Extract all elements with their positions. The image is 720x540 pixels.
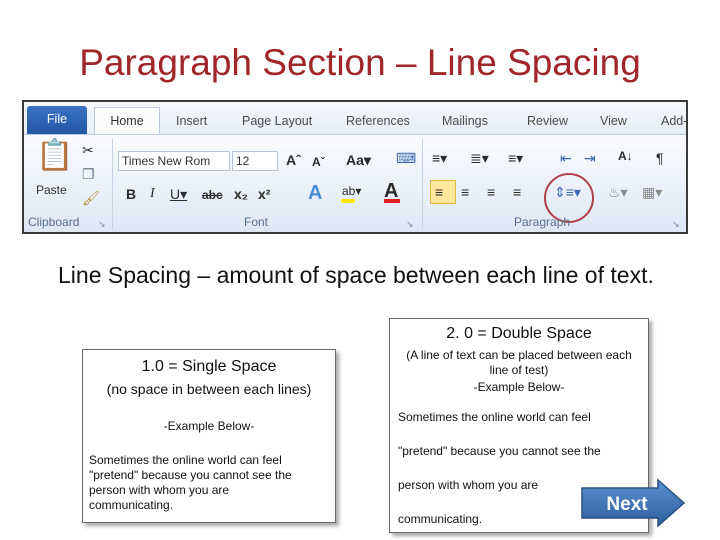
bold-icon[interactable]: B [126, 185, 136, 203]
example-line: communicating. [398, 512, 483, 526]
double-space-note-line: (A line of text can be placed between ea… [406, 348, 632, 362]
double-space-heading: 2. 0 = Double Space [446, 325, 592, 342]
next-button-label[interactable]: Next [594, 494, 660, 516]
single-space-subheading: (no space in between each lines) [106, 381, 312, 397]
shrink-font-icon[interactable]: Aˇ [312, 153, 325, 171]
ribbon-screenshot: File Home Insert Page Layout References … [22, 100, 688, 234]
group-separator [422, 139, 423, 229]
change-case-icon[interactable]: Aa▾ [346, 151, 371, 169]
double-space-note-line: line of test) [489, 363, 549, 377]
text-effects-icon[interactable]: A [308, 181, 322, 205]
example-line: communicating. [89, 498, 174, 512]
ribbon-body: 📋 Paste ✂ ❐ 🖌 Clipboard ↘ Times New Rom … [24, 134, 686, 232]
tab-view[interactable]: View [600, 108, 627, 134]
increase-indent-icon[interactable]: ⇥ [584, 149, 596, 167]
line-spacing-definition: Line Spacing – amount of space between e… [58, 262, 654, 288]
subscript-icon[interactable]: x₂ [234, 185, 248, 203]
superscript-icon[interactable]: x² [258, 185, 270, 203]
shading-icon[interactable]: ♨▾ [608, 183, 628, 201]
align-right-icon[interactable]: ≡ [487, 183, 495, 201]
double-example-label: -Example Below- [473, 380, 565, 394]
ribbon-tab-bar: File Home Insert Page Layout References … [24, 102, 686, 135]
paragraph-dialog-launcher-icon[interactable]: ↘ [672, 219, 680, 230]
example-line: Sometimes the online world can feel [89, 453, 282, 467]
font-name-field[interactable]: Times New Rom [118, 151, 230, 171]
decrease-indent-icon[interactable]: ⇤ [560, 149, 572, 167]
underline-icon[interactable]: U▾ [170, 185, 187, 203]
single-spaced-example-text: Sometimes the online world can feel "pre… [89, 453, 292, 513]
show-hide-marks-icon[interactable]: ¶ [656, 149, 664, 167]
tab-page-layout[interactable]: Page Layout [242, 108, 312, 134]
paste-icon[interactable]: 📋 [36, 139, 73, 173]
align-center-icon[interactable]: ≡ [461, 183, 469, 201]
font-color-icon[interactable]: A [384, 179, 400, 203]
example-line: "pretend" because you cannot see the [89, 468, 292, 482]
italic-icon[interactable]: I [150, 185, 155, 203]
font-group-label: Font [244, 215, 269, 229]
clipboard-group-label: Clipboard [28, 215, 80, 229]
clipboard-dialog-launcher-icon[interactable]: ↘ [98, 219, 106, 230]
single-example-label: -Example Below- [163, 419, 255, 433]
single-space-heading: 1.0 = Single Space [141, 358, 277, 375]
tab-home[interactable]: Home [94, 107, 160, 135]
example-line: Sometimes the online world can feel [398, 410, 591, 424]
tab-file[interactable]: File [27, 106, 87, 134]
example-line: person with whom you are [89, 483, 230, 497]
grow-font-icon[interactable]: Aˆ [286, 151, 301, 169]
multilevel-list-icon[interactable]: ≡▾ [508, 149, 523, 167]
single-space-example-box: 1.0 = Single Space (no space in between … [82, 349, 336, 523]
slide-title: Paragraph Section – Line Spacing [79, 42, 641, 83]
copy-icon[interactable]: ❐ [82, 165, 95, 183]
example-line: "pretend" because you cannot see the [398, 444, 601, 458]
font-dialog-launcher-icon[interactable]: ↘ [406, 219, 414, 230]
align-left-icon[interactable]: ≡ [435, 183, 443, 201]
strikethrough-icon[interactable]: abc [202, 186, 223, 204]
borders-icon[interactable]: ▦▾ [642, 183, 662, 201]
sort-icon[interactable]: A↓ [618, 147, 633, 165]
tab-references[interactable]: References [346, 108, 410, 134]
paragraph-group-label: Paragraph [514, 215, 571, 229]
format-painter-icon[interactable]: 🖌 [82, 189, 100, 207]
highlight-color-icon[interactable]: ab▾ [341, 182, 361, 203]
tab-review[interactable]: Review [527, 108, 568, 134]
cut-icon[interactable]: ✂ [82, 141, 94, 159]
group-separator [112, 139, 113, 229]
justify-icon[interactable]: ≡ [513, 183, 521, 201]
clear-formatting-icon[interactable]: ⌨ [396, 149, 416, 167]
bullets-icon[interactable]: ≡▾ [432, 149, 447, 167]
tab-mailings[interactable]: Mailings [442, 108, 488, 134]
tab-addins[interactable]: Add- [661, 108, 686, 134]
numbering-icon[interactable]: ≣▾ [470, 149, 489, 167]
font-size-field[interactable]: 12 [232, 151, 278, 171]
paste-button-label[interactable]: Paste [36, 181, 67, 199]
tab-insert[interactable]: Insert [176, 108, 207, 134]
example-line: person with whom you are [398, 478, 539, 492]
